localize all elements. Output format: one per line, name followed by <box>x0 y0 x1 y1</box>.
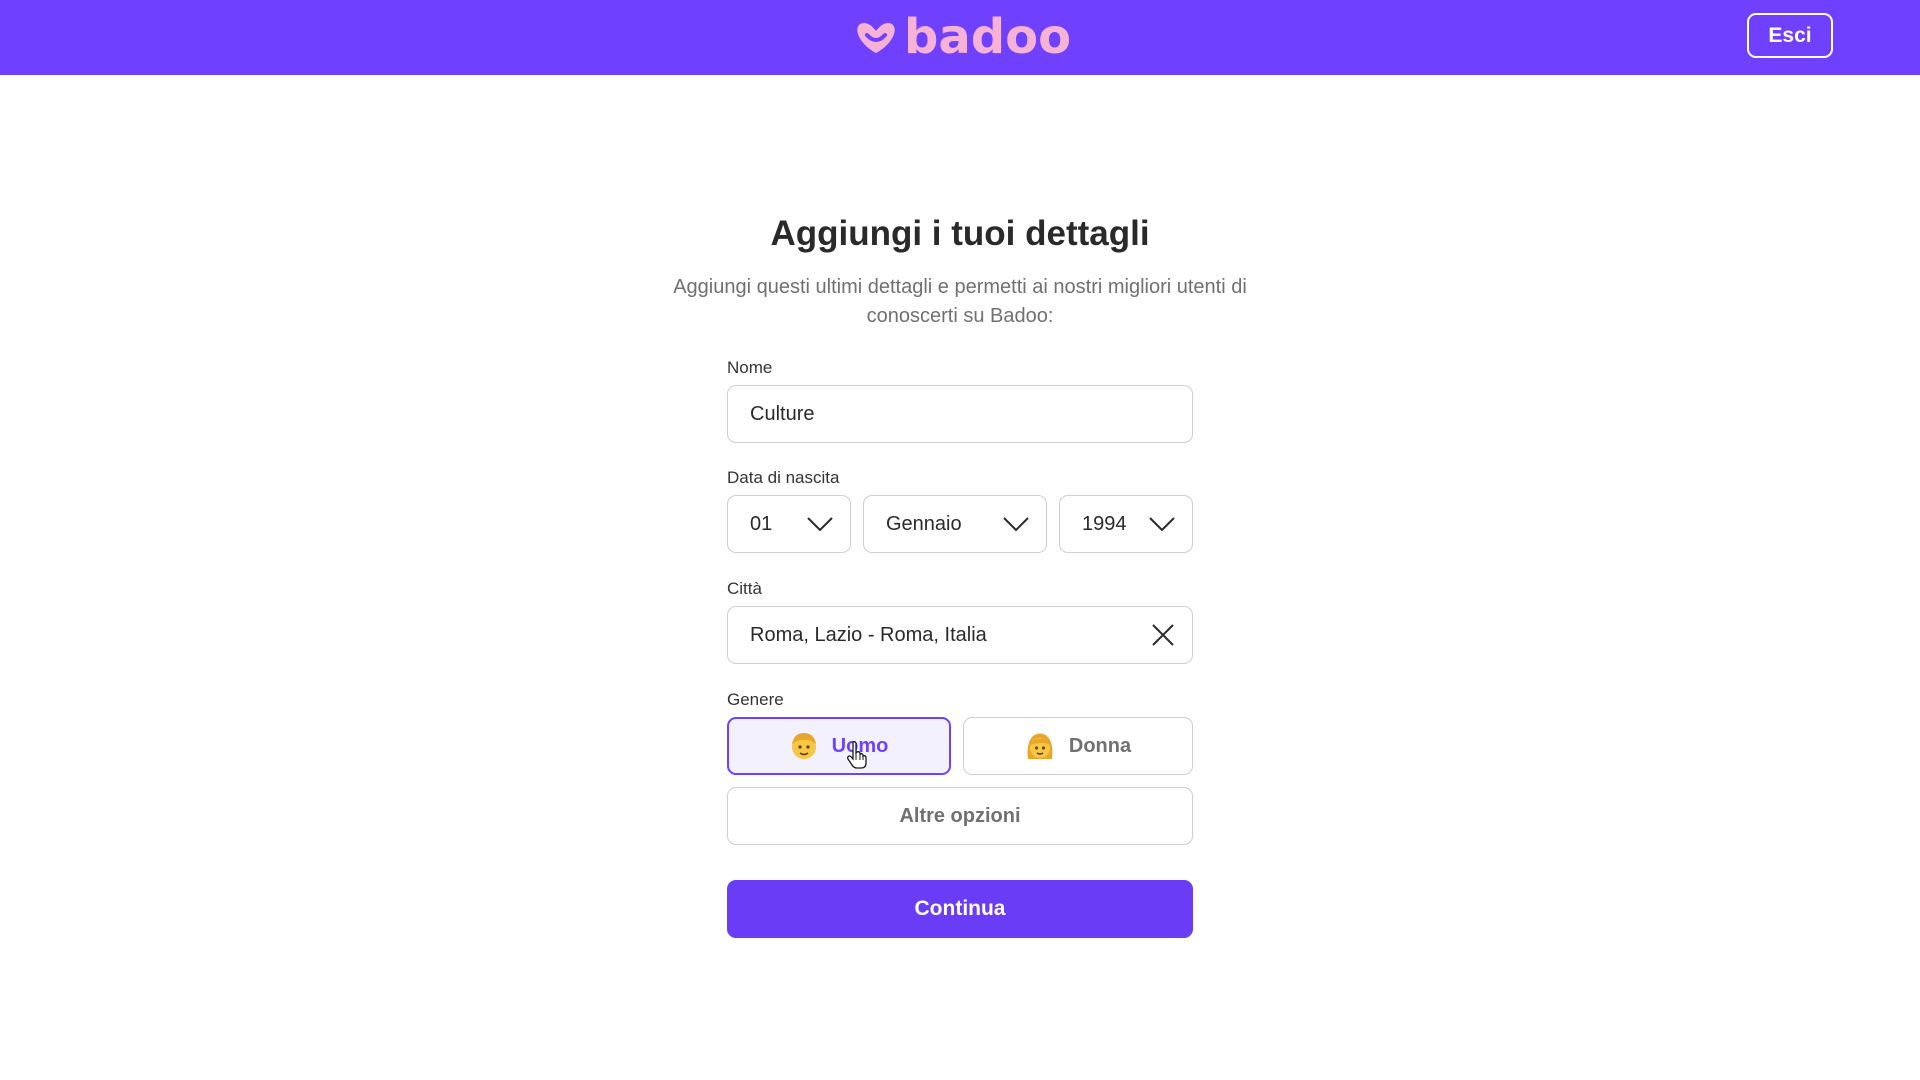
continue-button[interactable]: Continua <box>727 880 1193 938</box>
page-subtitle: Aggiungi questi ultimi dettagli e permet… <box>673 276 1247 327</box>
gender-option-label: Donna <box>1068 734 1132 757</box>
name-input[interactable]: Culture <box>727 385 1193 443</box>
heart-logo-icon <box>857 23 895 53</box>
month-select-value: Gennaio <box>886 512 962 535</box>
logo-text: badoo <box>904 9 1072 65</box>
chevron-down-icon <box>807 517 833 532</box>
year-select[interactable]: 1994 <box>1059 495 1193 553</box>
chevron-down-icon <box>1003 517 1029 532</box>
gender-option-woman[interactable]: Donna <box>963 717 1193 775</box>
gender-option-man[interactable]: Uomo <box>727 717 951 775</box>
gender-label: Genere <box>727 690 784 709</box>
badoo-logo[interactable]: badoo <box>856 9 1072 65</box>
day-select-value: 01 <box>750 512 773 535</box>
month-select[interactable]: Gennaio <box>863 495 1047 553</box>
year-select-value: 1994 <box>1082 512 1127 535</box>
man-emoji-icon <box>790 731 818 761</box>
chevron-down-icon <box>1149 517 1175 532</box>
city-input[interactable]: Roma, Lazio - Roma, Italia <box>727 606 1193 664</box>
city-label: Città <box>727 579 762 598</box>
city-input-value: Roma, Lazio - Roma, Italia <box>750 623 987 646</box>
clear-icon[interactable] <box>1150 622 1176 648</box>
page-title: Aggiungi i tuoi dettagli <box>770 214 1150 253</box>
other-options-button[interactable]: Altre opzioni <box>727 787 1193 845</box>
name-input-value: Culture <box>750 402 815 425</box>
hand-cursor-icon <box>847 741 867 769</box>
logout-button[interactable]: Esci <box>1747 13 1833 58</box>
day-select[interactable]: 01 <box>727 495 851 553</box>
top-bar: badoo Esci <box>0 0 1920 75</box>
name-label: Nome <box>727 358 773 377</box>
birthdate-label: Data di nascita <box>727 468 840 487</box>
woman-emoji-icon <box>1025 731 1055 761</box>
